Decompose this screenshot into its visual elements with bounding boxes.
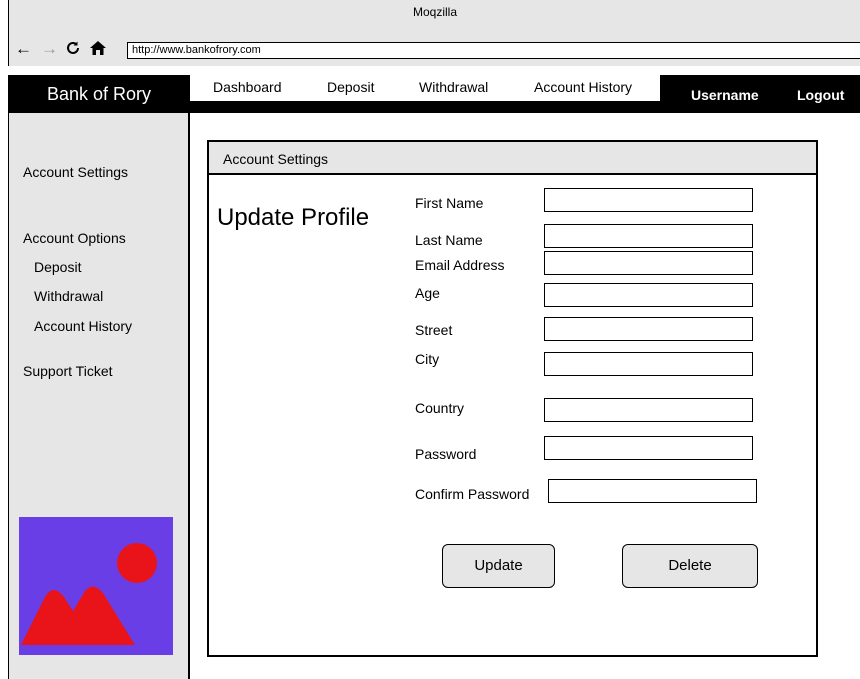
last-name-label: Last Name [415, 232, 483, 248]
password-label: Password [415, 446, 477, 462]
street-label: Street [415, 322, 453, 338]
top-navbar: Bank of Rory Dashboard Deposit Withdrawa… [8, 75, 860, 113]
window-title: Moqzilla [412, 5, 457, 19]
age-label: Age [415, 285, 440, 301]
sidebar-item-account-settings[interactable]: Account Settings [23, 164, 128, 180]
sidebar-item-account-options[interactable]: Account Options [23, 230, 126, 246]
email-label: Email Address [415, 257, 505, 273]
country-label: Country [415, 400, 465, 416]
image-placeholder-icon [19, 517, 173, 655]
password-field[interactable] [544, 436, 753, 460]
reload-icon[interactable] [65, 40, 81, 61]
account-settings-panel: Account Settings Update Profile First Na… [207, 140, 818, 657]
sidebar-item-account-history[interactable]: Account History [34, 318, 132, 334]
city-label: City [415, 351, 440, 367]
sidebar: Account Settings Account Options Deposit… [8, 113, 190, 679]
arrow-left-icon[interactable]: ← [15, 39, 32, 59]
panel-header: Account Settings [209, 142, 816, 175]
tab-account-history[interactable]: Account History [534, 79, 632, 95]
country-field[interactable] [544, 398, 753, 422]
first-name-field[interactable] [544, 188, 753, 212]
browser-toolbar: ← → http://www.bankofrory.com [8, 36, 860, 66]
age-field[interactable] [544, 283, 753, 307]
email-field[interactable] [544, 251, 753, 275]
browser-titlebar: Moqzilla [8, 0, 860, 36]
sidebar-item-deposit[interactable]: Deposit [34, 259, 81, 275]
home-icon[interactable] [89, 40, 107, 61]
tab-dashboard[interactable]: Dashboard [213, 79, 282, 95]
brand-logo-text[interactable]: Bank of Rory [8, 75, 190, 113]
tab-withdrawal[interactable]: Withdrawal [419, 79, 488, 95]
sidebar-item-withdrawal[interactable]: Withdrawal [34, 288, 103, 304]
sidebar-item-support-ticket[interactable]: Support Ticket [23, 363, 113, 379]
update-button[interactable]: Update [442, 544, 555, 588]
first-name-label: First Name [415, 195, 484, 211]
street-field[interactable] [544, 317, 753, 341]
arrow-right-icon[interactable]: → [41, 39, 58, 59]
last-name-field[interactable] [544, 224, 753, 248]
confirm-password-label: Confirm Password [415, 486, 530, 502]
confirm-password-field[interactable] [548, 479, 757, 503]
logout-link[interactable]: Logout [797, 87, 844, 103]
city-field[interactable] [544, 352, 753, 376]
delete-button[interactable]: Delete [622, 544, 758, 588]
url-input[interactable]: http://www.bankofrory.com [127, 42, 860, 59]
username-link[interactable]: Username [691, 87, 759, 103]
nav-tabs: Dashboard Deposit Withdrawal Account His… [190, 75, 660, 101]
tab-deposit[interactable]: Deposit [327, 79, 374, 95]
page-title: Update Profile [217, 204, 370, 231]
